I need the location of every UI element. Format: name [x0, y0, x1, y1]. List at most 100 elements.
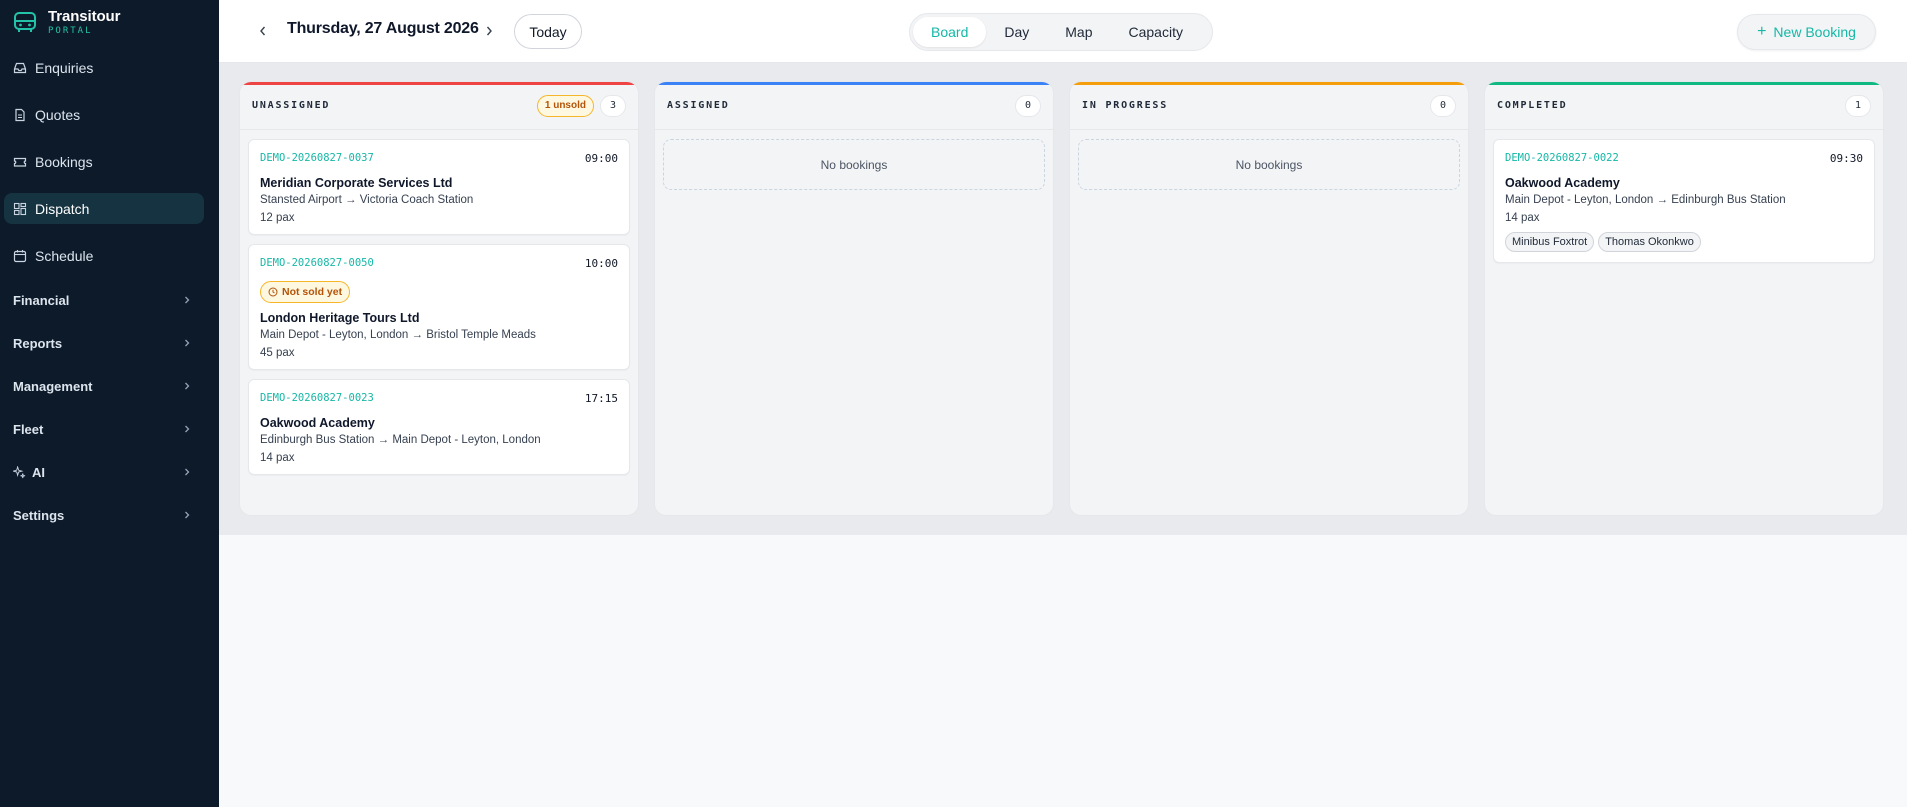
customer-name: London Heritage Tours Ltd — [260, 311, 420, 325]
vehicle-tag[interactable]: Minibus Foxtrot — [1505, 232, 1595, 252]
sidebar-item-bookings[interactable]: Bookings — [4, 146, 204, 177]
resource-tags: Minibus Foxtrot Thomas Okonkwo — [1505, 232, 1863, 252]
column-in-progress: IN PROGRESS 0 No bookings — [1069, 81, 1469, 516]
chevron-right-icon — [185, 339, 190, 347]
ticket-icon — [13, 155, 27, 169]
chevron-right-icon — [185, 468, 190, 476]
sidebar-item-enquiries[interactable]: Enquiries — [4, 52, 204, 83]
sidebar-group-settings[interactable]: Settings — [4, 502, 204, 528]
booking-ref[interactable]: DEMO-20260827-0037 — [260, 152, 374, 164]
booking-card[interactable]: DEMO-20260827-0022 09:30 Oakwood Academy… — [1493, 139, 1875, 263]
column-assigned: ASSIGNED 0 No bookings — [654, 81, 1054, 516]
document-icon — [13, 108, 27, 122]
dispatch-board: UNASSIGNED 1 unsold 3 DEMO-20260827-0037… — [239, 81, 1884, 516]
brand[interactable]: Transitour PORTAL — [0, 0, 219, 44]
sidebar-item-label: Schedule — [35, 247, 94, 264]
customer-name: Oakwood Academy — [260, 416, 375, 430]
sidebar-item-label: Enquiries — [35, 59, 94, 76]
column-title: IN PROGRESS — [1082, 100, 1169, 111]
brand-subtitle: PORTAL — [48, 25, 93, 36]
pax-count: 14 pax — [260, 452, 295, 464]
booking-card[interactable]: DEMO-20260827-0037 09:00 Meridian Corpor… — [248, 139, 630, 235]
plus-icon: + — [1757, 23, 1767, 40]
pax-count: 45 pax — [260, 347, 295, 359]
view-map-button[interactable]: Map — [1047, 17, 1110, 47]
sidebar-group-label: Financial — [13, 292, 70, 308]
booking-ref[interactable]: DEMO-20260827-0050 — [260, 257, 374, 269]
view-board-button[interactable]: Board — [913, 17, 987, 47]
bus-logo-icon — [14, 12, 36, 32]
chevron-right-icon — [185, 382, 190, 390]
sidebar-group-label: Management — [13, 378, 93, 394]
column-title: ASSIGNED — [667, 100, 730, 111]
customer-name: Oakwood Academy — [1505, 176, 1620, 190]
column-count: 0 — [1015, 94, 1041, 117]
current-date: Thursday, 27 August 2026 — [287, 20, 479, 37]
view-toggle: Board Day Map Capacity — [909, 13, 1213, 51]
top-bar: Thursday, 27 August 2026 Today Board Day… — [219, 0, 1907, 63]
sparkle-icon — [13, 465, 26, 478]
chevron-right-icon — [185, 296, 190, 304]
sidebar-item-schedule[interactable]: Schedule — [4, 240, 204, 271]
sidebar-nav: Enquiries Quotes Bookings Dispatch Sched… — [4, 52, 204, 545]
booking-time: 10:00 — [584, 256, 618, 270]
calendar-icon — [13, 249, 27, 263]
column-title: COMPLETED — [1497, 100, 1568, 111]
column-count: 3 — [600, 94, 626, 117]
customer-name: Meridian Corporate Services Ltd — [260, 176, 453, 190]
sidebar-group-ai[interactable]: AI — [4, 459, 204, 485]
empty-state: No bookings — [663, 139, 1045, 190]
new-booking-button[interactable]: + New Booking — [1737, 14, 1876, 50]
not-sold-label: Not sold yet — [282, 286, 343, 298]
route: Stansted Airport → Victoria Coach Statio… — [260, 194, 474, 206]
booking-time: 09:30 — [1829, 151, 1863, 165]
column-unassigned: UNASSIGNED 1 unsold 3 DEMO-20260827-0037… — [239, 81, 639, 516]
sidebar-group-management[interactable]: Management — [4, 373, 204, 399]
column-completed: COMPLETED 1 DEMO-20260827-0022 09:30 Oak… — [1484, 81, 1884, 516]
sidebar-item-quotes[interactable]: Quotes — [4, 99, 204, 130]
inbox-icon — [13, 61, 27, 75]
today-button[interactable]: Today — [514, 14, 582, 49]
column-title: UNASSIGNED — [252, 100, 331, 111]
sidebar-item-label: Quotes — [35, 106, 81, 123]
sidebar-item-dispatch[interactable]: Dispatch — [4, 193, 204, 224]
booking-ref[interactable]: DEMO-20260827-0022 — [1505, 152, 1619, 164]
chevron-right-icon — [486, 26, 492, 36]
booking-time: 09:00 — [584, 151, 618, 165]
view-capacity-button[interactable]: Capacity — [1111, 17, 1201, 47]
sidebar-group-financial[interactable]: Financial — [4, 287, 204, 313]
chevron-left-icon — [260, 26, 266, 36]
new-booking-label: New Booking — [1773, 24, 1856, 40]
driver-tag[interactable]: Thomas Okonkwo — [1598, 232, 1701, 252]
sidebar: Transitour PORTAL Enquiries Quotes Booki… — [0, 0, 219, 807]
sidebar-group-label: Reports — [13, 335, 63, 351]
route: Main Depot - Leyton, London → Bristol Te… — [260, 329, 536, 341]
booking-ref[interactable]: DEMO-20260827-0023 — [260, 392, 374, 404]
booking-card[interactable]: DEMO-20260827-0050 10:00 Not sold yet Lo… — [248, 244, 630, 370]
route: Edinburgh Bus Station → Main Depot - Ley… — [260, 434, 541, 446]
pax-count: 12 pax — [260, 212, 295, 224]
column-count: 0 — [1430, 94, 1456, 117]
empty-state: No bookings — [1078, 139, 1460, 190]
sidebar-group-fleet[interactable]: Fleet — [4, 416, 204, 442]
clock-icon — [268, 287, 278, 297]
pax-count: 14 pax — [1505, 212, 1540, 224]
sidebar-group-label: Settings — [13, 507, 65, 523]
sidebar-item-label: Bookings — [35, 153, 93, 170]
sidebar-group-label: AI — [32, 464, 45, 480]
sidebar-group-label: Fleet — [13, 421, 44, 437]
view-day-button[interactable]: Day — [986, 17, 1047, 47]
next-day-button[interactable] — [481, 21, 497, 41]
route: Main Depot - Leyton, London → Edinburgh … — [1505, 194, 1786, 206]
brand-name: Transitour — [48, 7, 121, 25]
booking-card[interactable]: DEMO-20260827-0023 17:15 Oakwood Academy… — [248, 379, 630, 475]
previous-day-button[interactable] — [255, 21, 271, 41]
sidebar-group-reports[interactable]: Reports — [4, 330, 204, 356]
sidebar-item-label: Dispatch — [35, 200, 90, 217]
chevron-right-icon — [185, 511, 190, 519]
column-count: 1 — [1845, 94, 1871, 117]
unsold-badge: 1 unsold — [536, 94, 594, 117]
chevron-right-icon — [185, 425, 190, 433]
grid-icon — [13, 202, 27, 216]
booking-time: 17:15 — [584, 391, 618, 405]
